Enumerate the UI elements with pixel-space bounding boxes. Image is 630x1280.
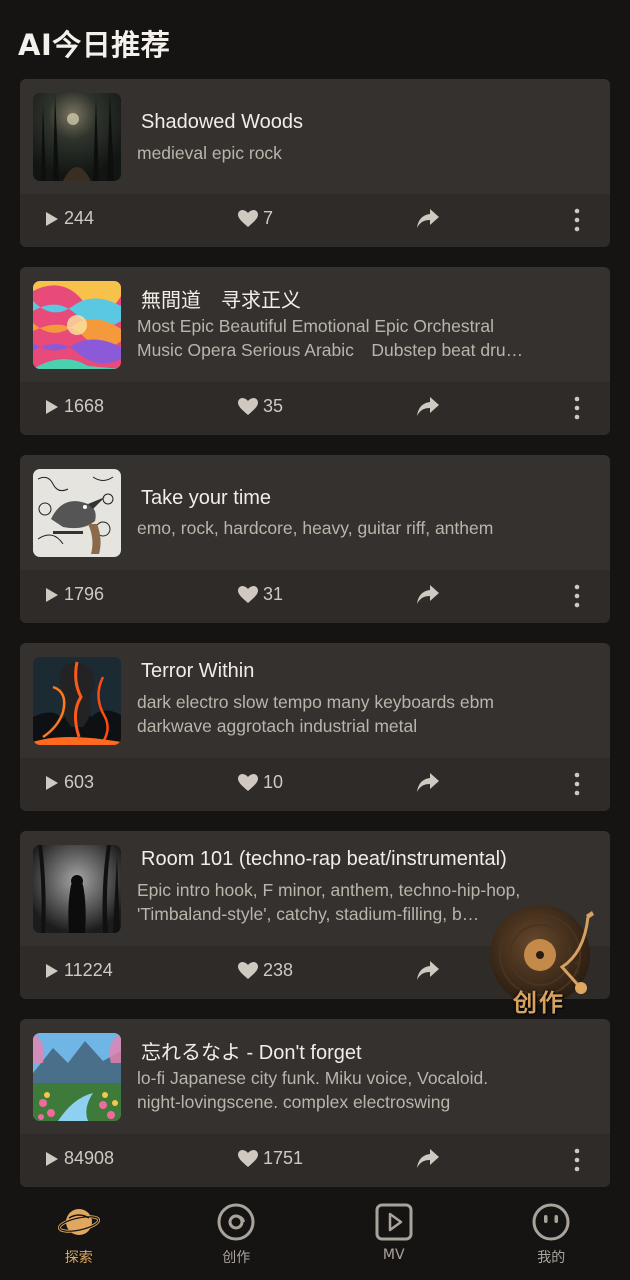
tab-label: 创作 xyxy=(222,1250,251,1266)
song-title[interactable]: Shadowed Woods xyxy=(141,111,590,134)
like-button[interactable]: 238 xyxy=(237,960,293,981)
song-card[interactable]: Take your time emo, rock, hardcore, heav… xyxy=(20,455,610,623)
song-cover-image[interactable] xyxy=(33,469,121,557)
play-count[interactable]: 11224 xyxy=(44,960,113,981)
tab-label: 我的 xyxy=(537,1250,566,1266)
tab-label: MV xyxy=(382,1247,405,1263)
song-description: lo-fi Japanese city funk. Miku voice, Vo… xyxy=(137,1068,489,1112)
like-button[interactable]: 10 xyxy=(237,772,283,793)
video-play-icon xyxy=(375,1203,413,1241)
like-button[interactable]: 1751 xyxy=(237,1148,303,1169)
song-card[interactable]: Shadowed Woods medieval epic rock 244 7 xyxy=(20,79,610,247)
bottom-tab-bar: 探索 创作 MV 我的 xyxy=(0,1192,630,1280)
more-options-icon[interactable] xyxy=(572,395,582,425)
play-icon xyxy=(46,587,58,602)
play-count[interactable]: 244 xyxy=(44,208,94,229)
more-options-icon[interactable] xyxy=(572,771,582,801)
smiley-icon xyxy=(532,1203,570,1241)
song-description: dark electro slow tempo many keyboards e… xyxy=(137,692,494,736)
play-icon xyxy=(46,399,58,414)
song-card[interactable]: 忘れるなよ - Don't forget lo-fi Japanese city… xyxy=(20,1019,610,1187)
song-card[interactable]: Terror Within dark electro slow tempo ma… xyxy=(20,643,610,811)
play-count[interactable]: 1668 xyxy=(44,396,104,417)
heart-icon xyxy=(238,773,258,791)
create-fab-label[interactable]: 创作 xyxy=(513,983,565,1018)
heart-icon xyxy=(238,397,258,415)
play-icon xyxy=(46,963,58,978)
song-cover-image[interactable] xyxy=(33,845,121,933)
share-icon[interactable] xyxy=(416,208,440,234)
song-title[interactable]: Room 101 (techno-rap beat/instrumental) xyxy=(141,848,590,871)
song-cover-image[interactable] xyxy=(33,657,121,745)
tab-explore[interactable]: 探索 xyxy=(0,1192,158,1280)
tab-profile[interactable]: 我的 xyxy=(473,1192,630,1280)
share-icon[interactable] xyxy=(416,396,440,422)
play-count[interactable]: 1796 xyxy=(44,584,104,605)
song-cover-image[interactable] xyxy=(33,1033,121,1121)
play-count[interactable]: 84908 xyxy=(44,1148,114,1169)
song-card[interactable]: 無間道 寻求正义 Most Epic Beautiful Emotional E… xyxy=(20,267,610,435)
song-description: Most Epic Beautiful Emotional Epic Orche… xyxy=(137,316,524,360)
like-button[interactable]: 31 xyxy=(237,584,283,605)
play-icon xyxy=(46,775,58,790)
play-count[interactable]: 603 xyxy=(44,772,94,793)
song-description: medieval epic rock xyxy=(137,143,282,163)
heart-icon xyxy=(238,961,258,979)
song-cover-image[interactable] xyxy=(33,93,121,181)
like-button[interactable]: 35 xyxy=(237,396,283,417)
share-icon[interactable] xyxy=(416,584,440,610)
heart-icon xyxy=(238,209,258,227)
share-icon[interactable] xyxy=(416,1148,440,1174)
heart-icon xyxy=(238,585,258,603)
planet-icon xyxy=(57,1209,100,1235)
page-title: AI今日推荐 xyxy=(18,28,171,62)
disc-icon xyxy=(217,1203,255,1241)
more-options-icon[interactable] xyxy=(572,583,582,613)
song-title[interactable]: Take your time xyxy=(141,487,590,510)
song-feed: Shadowed Woods medieval epic rock 244 7 xyxy=(20,79,610,1207)
more-options-icon[interactable] xyxy=(572,207,582,237)
share-icon[interactable] xyxy=(416,772,440,798)
heart-icon xyxy=(238,1149,258,1167)
share-icon[interactable] xyxy=(416,960,440,986)
tab-label: 探索 xyxy=(64,1250,93,1266)
like-button[interactable]: 7 xyxy=(237,208,273,229)
tab-mv[interactable]: MV xyxy=(315,1192,473,1280)
song-title[interactable]: 忘れるなよ - Don't forget xyxy=(141,1036,590,1065)
song-title[interactable]: 無間道 寻求正义 xyxy=(141,284,590,313)
song-description: emo, rock, hardcore, heavy, guitar riff,… xyxy=(137,518,494,538)
song-title[interactable]: Terror Within xyxy=(141,660,590,683)
more-options-icon[interactable] xyxy=(572,1147,582,1177)
tab-create[interactable]: 创作 xyxy=(158,1192,316,1280)
play-icon xyxy=(46,211,58,226)
play-icon xyxy=(46,1151,58,1166)
song-cover-image[interactable] xyxy=(33,281,121,369)
